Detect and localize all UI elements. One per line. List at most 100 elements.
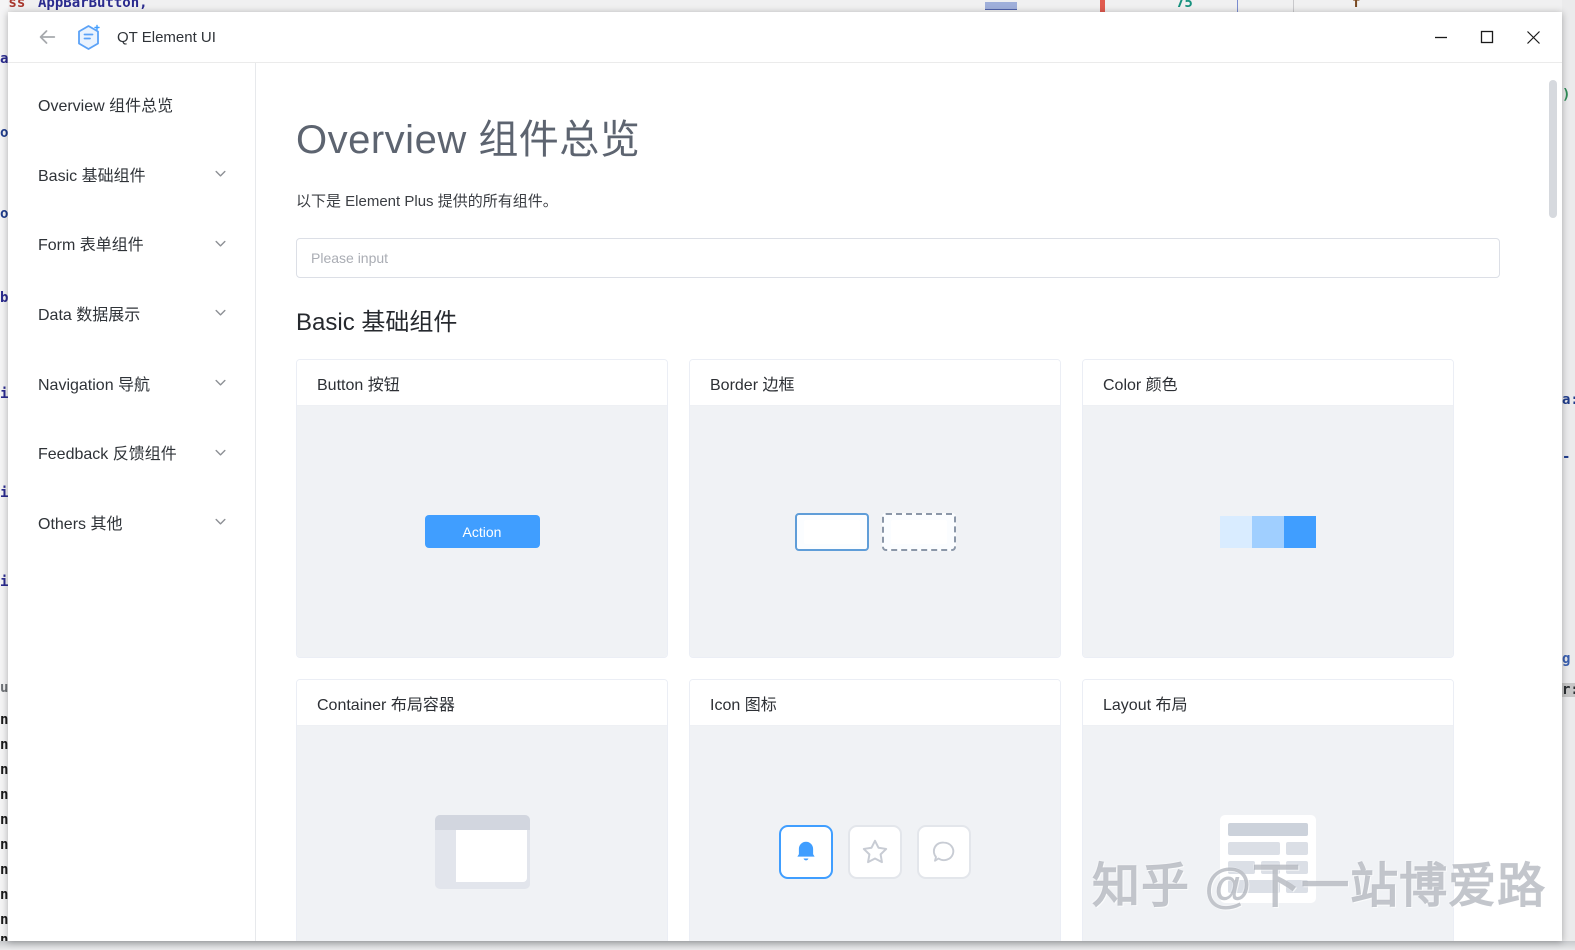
card-color[interactable]: Color 颜色 — [1082, 359, 1454, 658]
color-swatch-light — [1252, 515, 1284, 548]
search-wrap — [296, 238, 1500, 278]
card-body — [1083, 406, 1453, 657]
sidebar-item-label: Others 其他 — [38, 515, 123, 533]
ide-code-fragment: nt — [0, 762, 8, 778]
ide-code-fragment: nt — [0, 712, 8, 728]
container-demo-header — [434, 814, 530, 830]
icon-demo — [779, 824, 971, 879]
card-container[interactable]: Container 布局容器 — [296, 679, 668, 941]
page-subtitle: 以下是 Element Plus 提供的所有组件。 — [296, 193, 558, 210]
ide-code-fragment: nt — [0, 737, 8, 753]
ide-code-fragment: r: — [1562, 683, 1575, 697]
card-icon[interactable]: Icon 图标 — [689, 679, 1061, 941]
ide-artifact-smudge — [985, 2, 1017, 10]
screen: assAppBarButton,75f a:oToTbiii:untntntnt… — [0, 0, 1575, 950]
ide-code-fragment: oT — [0, 125, 8, 141]
ide-artifact-red-bar — [1100, 0, 1105, 12]
card-body — [690, 406, 1060, 657]
border-demo — [794, 512, 956, 551]
chevron-down-icon — [214, 167, 227, 180]
ide-artifact-blue-line — [1237, 0, 1238, 12]
sidebar-item-others[interactable]: Others 其他 — [8, 487, 255, 557]
page-title: Overview 组件总览 — [296, 118, 641, 162]
ide-code-fragment: nt — [0, 812, 8, 828]
solid-border-box — [794, 512, 869, 551]
border-box-inner — [803, 519, 860, 544]
maximize-icon — [1480, 30, 1494, 44]
ide-code-fragment: AppBarButton, — [38, 0, 148, 11]
ide-code-fragment: b — [0, 290, 8, 306]
app-window: QT Element UI Overview 组件总览 Basic 基础组件 F… — [8, 12, 1562, 941]
chevron-down-icon — [214, 306, 227, 319]
ide-artifact-gray-line — [1293, 0, 1294, 12]
ide-code-fragment: nt — [0, 787, 8, 803]
ide-left-strip: a:oToTbiii:untntntntntntntntntnt — [0, 0, 8, 950]
card-title: Color 颜色 — [1083, 360, 1453, 406]
chevron-down-icon — [214, 376, 227, 389]
ide-code-fragment: a: — [1562, 392, 1575, 408]
ide-code-fragment: i: — [0, 574, 8, 590]
sidebar-item-label: Overview 组件总览 — [38, 97, 174, 115]
minimize-icon — [1435, 36, 1447, 39]
close-button[interactable] — [1510, 14, 1556, 60]
sidebar: Overview 组件总览 Basic 基础组件 Form 表单组件 Data … — [8, 63, 256, 941]
ide-top-strip: ass AppBarButton, 75 f — [0, 0, 1575, 12]
ide-bottom-strip — [0, 941, 1575, 950]
container-demo — [434, 814, 530, 889]
dashed-border-box — [881, 512, 956, 551]
card-button[interactable]: Button 按钮 Action — [296, 359, 668, 658]
ide-code-fragment: nt — [0, 862, 8, 878]
sidebar-item-label: Navigation 导航 — [38, 376, 151, 394]
ide-code-fragment: nt — [0, 837, 8, 853]
chat-bubble-icon-box[interactable] — [917, 824, 971, 879]
sidebar-item-data[interactable]: Data 数据展示 — [8, 278, 255, 348]
sidebar-item-basic[interactable]: Basic 基础组件 — [8, 139, 255, 209]
action-button[interactable]: Action — [424, 515, 540, 548]
sidebar-item-form[interactable]: Form 表单组件 — [8, 208, 255, 278]
card-title: Container 布局容器 — [297, 680, 667, 726]
bell-icon — [797, 841, 815, 860]
watermark: 知乎 @下一站博爱路 — [1092, 860, 1547, 913]
star-icon-box[interactable] — [848, 824, 902, 879]
container-demo-main — [455, 829, 527, 882]
ide-code-fragment: nt — [0, 887, 8, 903]
ide-right-strip: ) a: - g r: — [1562, 0, 1575, 950]
back-button[interactable] — [34, 24, 60, 50]
ide-code-fragment: - — [1562, 449, 1571, 465]
sidebar-item-label: Feedback 反馈组件 — [38, 446, 177, 464]
maximize-button[interactable] — [1464, 14, 1510, 60]
bell-icon-box[interactable] — [779, 824, 833, 879]
app-title: QT Element UI — [117, 28, 216, 46]
ide-code-fragment: u — [0, 680, 8, 696]
sidebar-item-feedback[interactable]: Feedback 反馈组件 — [8, 417, 255, 487]
card-title: Layout 布局 — [1083, 680, 1453, 726]
layout-demo-header — [1228, 822, 1308, 836]
color-swatch-lighter — [1220, 515, 1252, 548]
ide-code-fragment: g — [1562, 651, 1571, 667]
sidebar-item-navigation[interactable]: Navigation 导航 — [8, 348, 255, 418]
chevron-down-icon — [214, 515, 227, 528]
back-arrow-icon — [39, 30, 56, 44]
card-body — [297, 726, 667, 941]
card-body — [690, 726, 1060, 941]
sidebar-item-overview[interactable]: Overview 组件总览 — [8, 69, 255, 139]
scrollbar-thumb[interactable] — [1549, 80, 1557, 218]
ide-code-fragment: ) — [1562, 87, 1571, 103]
ide-code-fragment: nt — [0, 912, 8, 928]
card-border[interactable]: Border 边框 — [689, 359, 1061, 658]
card-title: Button 按钮 — [297, 360, 667, 406]
ide-code-fragment: a: — [0, 51, 8, 67]
app-logo-icon — [76, 24, 101, 51]
chevron-down-icon — [214, 237, 227, 250]
card-title: Icon 图标 — [690, 680, 1060, 726]
window-controls — [1418, 12, 1556, 62]
window-body: Overview 组件总览 Basic 基础组件 Form 表单组件 Data … — [8, 63, 1562, 941]
star-icon — [862, 839, 888, 863]
chat-bubble-icon — [932, 841, 955, 862]
search-input[interactable] — [296, 238, 1500, 278]
ide-code-fragment: i — [0, 386, 8, 402]
minimize-button[interactable] — [1418, 14, 1464, 60]
close-icon — [1526, 30, 1540, 44]
chevron-down-icon — [214, 446, 227, 459]
main-content: Overview 组件总览 以下是 Element Plus 提供的所有组件。 … — [256, 63, 1562, 941]
